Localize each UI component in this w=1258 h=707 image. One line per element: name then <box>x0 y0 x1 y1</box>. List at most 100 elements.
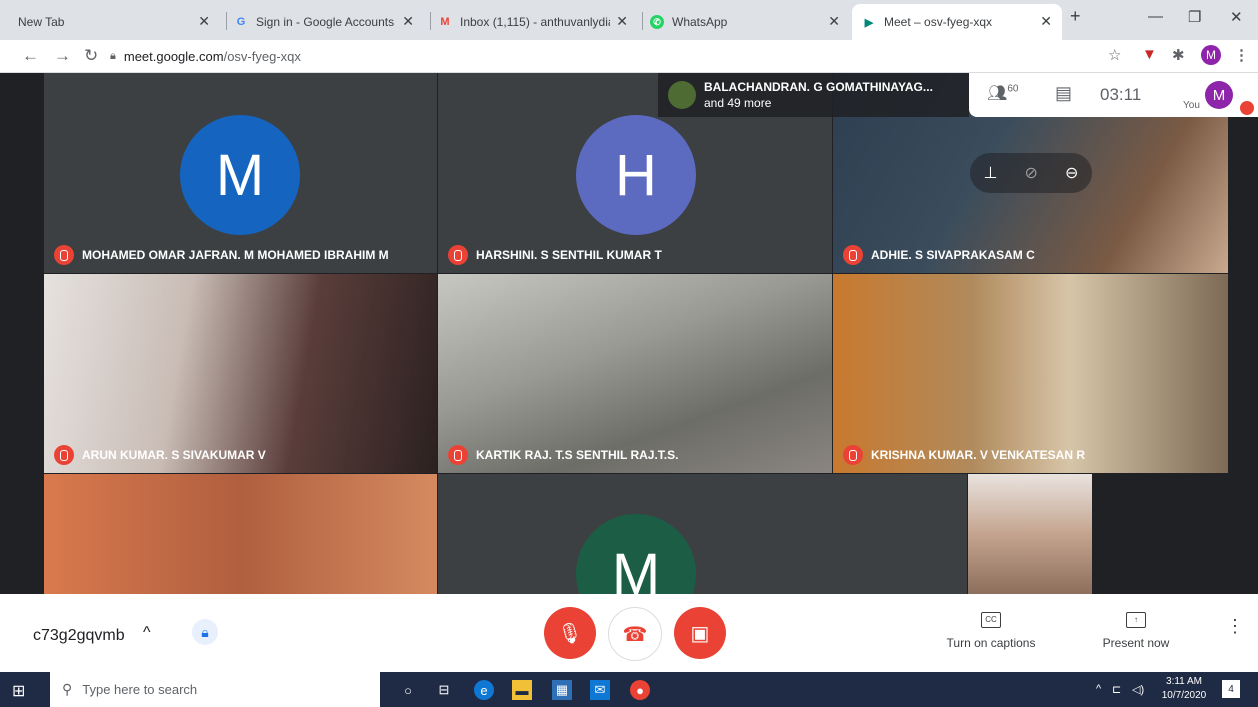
self-mic-off-icon <box>1240 101 1254 115</box>
hangup-icon: ☎︎ <box>622 623 648 646</box>
participant-tile[interactable] <box>44 474 437 594</box>
chat-icon[interactable]: ▤ <box>1055 83 1072 104</box>
captions-button[interactable]: CC Turn on captions <box>940 612 1042 650</box>
taskbar-clock[interactable]: 3:11 AM 10/7/2020 <box>1160 675 1208 703</box>
meeting-clock: 03:11 <box>1100 85 1142 104</box>
chrome-icon[interactable]: ● <box>630 680 650 700</box>
participant-count: 60 <box>1007 83 1019 95</box>
present-label: Present now <box>1102 636 1170 650</box>
participant-name-label: HARSHINI. S SENTHIL KUMAR T <box>476 248 662 262</box>
mail-icon[interactable]: ✉ <box>590 680 610 700</box>
participant-tile[interactable]: KRISHNA KUMAR. V VENKATESAN R <box>833 274 1228 473</box>
meet-icon: ▶ <box>864 16 874 29</box>
participant-name: ARUN KUMAR. S SIVAKUMAR V <box>54 445 266 465</box>
leave-call-button[interactable]: ☎︎ <box>608 607 662 661</box>
more-options-icon[interactable]: ⋮ <box>1226 616 1244 637</box>
file-explorer-icon[interactable]: ▬ <box>512 680 532 700</box>
tab-divider <box>226 12 227 30</box>
camera-off-icon: ▣ <box>690 622 710 645</box>
close-icon[interactable]: ✕ <box>1040 13 1052 30</box>
window-close-button[interactable]: ✕ <box>1230 8 1243 26</box>
self-avatar: M <box>1205 81 1233 109</box>
mic-off-icon <box>843 445 863 465</box>
tab-label: New Tab <box>18 15 65 29</box>
close-icon[interactable]: ✕ <box>616 13 628 30</box>
pin-icon[interactable]: ⊥ <box>984 163 998 183</box>
meeting-code[interactable]: c73g2gqvmb <box>33 627 125 645</box>
meet-grid: M MOHAMED OMAR JAFRAN. M MOHAMED IBRAHIM… <box>0 73 1258 594</box>
task-view-icon[interactable]: ⊟ <box>434 680 454 700</box>
participant-tile[interactable]: KARTIK RAJ. T.S SENTHIL RAJ.T.S. <box>438 274 832 473</box>
new-tab-button[interactable]: + <box>1070 6 1081 27</box>
forward-icon[interactable]: → <box>54 46 71 66</box>
tab-new-tab[interactable]: New Tab ✕ <box>10 4 220 40</box>
search-icon: ⚲ <box>62 681 73 697</box>
mic-toggle-button[interactable]: 🎙︎ <box>544 607 596 659</box>
overlay-names: BALACHANDRAN. G GOMATHINAYAG... <box>704 80 933 94</box>
captions-icon: CC <box>981 612 1001 628</box>
meet-control-bar: c73g2gqvmb ^ 🔒︎ 🎙︎ ☎︎ ▣ CC Turn on capti… <box>0 594 1258 672</box>
tab-label: Inbox (1,115) - anthuvanlydia- <box>460 15 610 29</box>
puzzle-icon[interactable]: ✱ <box>1172 46 1185 64</box>
tray-chevron-icon[interactable]: ^ <box>1096 683 1101 695</box>
minimize-button[interactable]: — <box>1148 8 1163 25</box>
browser-menu-icon[interactable]: ⋮ <box>1234 46 1249 64</box>
url-domain: meet.google.com <box>123 48 224 64</box>
profile-avatar[interactable]: M <box>1201 45 1221 65</box>
tile-controls: ⊥ ⊘ ⊖ <box>970 153 1092 193</box>
close-icon[interactable]: ✕ <box>828 13 840 30</box>
tab-label: WhatsApp <box>672 15 728 29</box>
tab-gmail[interactable]: M Inbox (1,115) - anthuvanlydia- ✕ <box>438 4 638 40</box>
shield-icon[interactable]: 🔒︎ <box>192 619 218 645</box>
mic-off-icon <box>843 245 863 265</box>
back-icon[interactable]: ← <box>22 46 39 66</box>
captions-label: Turn on captions <box>946 636 1036 650</box>
mic-off-icon: 🎙︎ <box>557 622 583 645</box>
participant-tile[interactable]: M <box>438 474 967 594</box>
participant-name-label: ARUN KUMAR. S SIVAKUMAR V <box>82 448 266 462</box>
close-icon[interactable]: ✕ <box>198 13 210 30</box>
you-label: You <box>1183 100 1200 111</box>
volume-icon[interactable]: ◁) <box>1132 683 1144 696</box>
bookmark-star-icon[interactable]: ☆ <box>1108 46 1121 64</box>
camera-toggle-button[interactable]: ▣ <box>674 607 726 659</box>
mic-off-icon <box>448 245 468 265</box>
network-icon[interactable]: ⊏ <box>1112 683 1121 696</box>
edge-icon[interactable]: e <box>474 680 494 700</box>
reload-icon[interactable]: ↻ <box>84 46 98 66</box>
mute-participant-icon[interactable]: ⊘ <box>1025 163 1038 183</box>
tab-meet[interactable]: ▶ Meet – osv-fyeg-xqx ✕ <box>852 4 1062 40</box>
tab-strip: New Tab ✕ G Sign in - Google Accounts ✕ … <box>0 0 1258 40</box>
url-path: /osv-fyeg-xqx <box>223 48 301 64</box>
extension-icon[interactable]: ▼ <box>1142 46 1157 63</box>
restore-button[interactable]: ❐ <box>1188 8 1201 26</box>
remove-participant-icon[interactable]: ⊖ <box>1065 163 1078 183</box>
tab-whatsapp[interactable]: ✆ WhatsApp ✕ <box>650 4 850 40</box>
taskbar-search[interactable]: ⚲ Type here to search <box>50 672 380 707</box>
windows-taskbar: ⊞ ⚲ Type here to search ○ ⊟ e ▬ ▦ ✉ ● ^ … <box>0 672 1258 707</box>
store-icon[interactable]: ▦ <box>552 680 572 700</box>
close-icon[interactable]: ✕ <box>402 13 414 30</box>
chevron-up-icon[interactable]: ^ <box>143 624 151 642</box>
participants-button[interactable]: 👥︎60 <box>987 83 1018 103</box>
mic-off-icon <box>448 445 468 465</box>
tab-google-signin[interactable]: G Sign in - Google Accounts ✕ <box>234 4 424 40</box>
tab-label: Meet – osv-fyeg-xqx <box>884 15 993 29</box>
url-field[interactable]: 🔒︎ meet.google.com /osv-fyeg-xqx <box>110 45 1100 67</box>
tab-divider <box>430 12 431 30</box>
participant-name: KRISHNA KUMAR. V VENKATESAN R <box>843 445 1085 465</box>
search-placeholder: Type here to search <box>82 682 198 697</box>
whatsapp-icon: ✆ <box>650 15 664 29</box>
notification-icon[interactable]: 4 <box>1222 680 1240 698</box>
cortana-icon[interactable]: ○ <box>398 680 418 700</box>
present-now-button[interactable]: ↑ Present now <box>1094 612 1178 650</box>
windows-start-icon[interactable]: ⊞ <box>12 681 25 701</box>
participant-tile[interactable] <box>968 474 1092 594</box>
meeting-info-panel: 👥︎60 ▤ 03:11 You M <box>969 73 1258 117</box>
google-icon: G <box>236 16 246 28</box>
participant-tile[interactable]: M MOHAMED OMAR JAFRAN. M MOHAMED IBRAHIM… <box>44 73 437 273</box>
participant-tile[interactable]: ARUN KUMAR. S SIVAKUMAR V <box>44 274 437 473</box>
speaker-overlay: BALACHANDRAN. G GOMATHINAYAG... and 49 m… <box>658 73 969 117</box>
participant-name: MOHAMED OMAR JAFRAN. M MOHAMED IBRAHIM M <box>54 245 389 265</box>
tab-label: Sign in - Google Accounts <box>256 15 395 29</box>
